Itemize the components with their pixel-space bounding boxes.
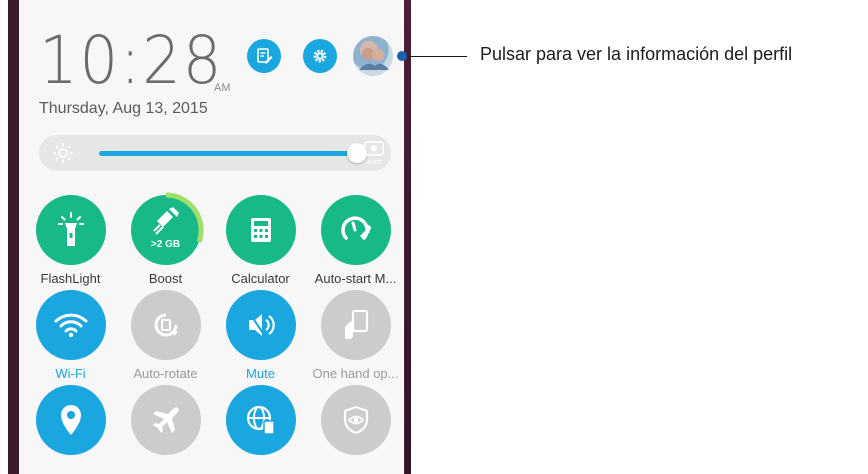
tile-wifi-button[interactable]: [35, 290, 106, 360]
auto-brightness-icon: [364, 141, 384, 156]
quick-settings-panel: 10:28 AM Thursday, Aug 13, 2015 AUTO Fla…: [19, 0, 404, 474]
gear-icon: [313, 49, 327, 63]
eye-shield-icon: [343, 405, 368, 435]
tile-location-button[interactable]: [35, 385, 106, 455]
tile-globe-button[interactable]: [225, 385, 296, 455]
one-hand-icon: [344, 309, 368, 339]
brightness-bar: AUTO: [39, 135, 391, 171]
edit-icon: [257, 48, 273, 64]
tile-flashlight-label: FlashLight: [40, 271, 101, 286]
phone-screen: 10:28 AM Thursday, Aug 13, 2015 AUTO Fla…: [8, 0, 411, 474]
brightness-slider-track[interactable]: [99, 151, 357, 156]
tile-calculator-label: Calculator: [231, 271, 290, 286]
auto-start-icon: [340, 216, 371, 240]
tile-calculator[interactable]: Calculator: [213, 195, 308, 286]
airplane-icon: [152, 407, 179, 433]
auto-brightness-button[interactable]: AUTO: [363, 141, 385, 166]
tile-auto-start-label: Auto-start M...: [314, 271, 397, 286]
callout-dot: [397, 51, 407, 61]
tile-auto-rotate-button[interactable]: [130, 290, 201, 360]
boost-ring-icon: [165, 192, 204, 243]
tile-mute[interactable]: Mute: [213, 290, 308, 381]
tile-auto-rotate[interactable]: Auto-rotate: [118, 290, 213, 381]
globe-icon: [246, 405, 275, 435]
tile-boost-label: Boost: [148, 271, 183, 286]
avatar: [359, 48, 389, 70]
auto-rotate-icon: [154, 313, 178, 337]
tile-wifi[interactable]: Wi-Fi: [23, 290, 118, 381]
tile-auto-start[interactable]: Auto-start M...: [308, 195, 403, 286]
tile-location[interactable]: [23, 385, 118, 455]
tile-boost-button[interactable]: >2 GB: [130, 192, 204, 265]
date-label: Thursday, Aug 13, 2015: [39, 100, 208, 117]
clock-ampm: AM: [214, 82, 231, 94]
tile-calculator-button[interactable]: [225, 195, 296, 265]
tile-flashlight[interactable]: FlashLight: [23, 195, 118, 286]
tile-globe[interactable]: [213, 385, 308, 455]
tile-mute-button[interactable]: [225, 290, 296, 360]
calculator-icon: [250, 218, 271, 242]
clock-time: 10:28: [39, 22, 224, 99]
tile-boost[interactable]: >2 GB Boost: [118, 192, 213, 286]
tile-auto-start-button[interactable]: [320, 195, 391, 265]
tile-airplane-button[interactable]: [130, 385, 201, 455]
brightness-icon: [53, 143, 73, 163]
tile-auto-rotate-label: Auto-rotate: [133, 366, 198, 381]
callout-leader-line: [398, 56, 467, 57]
profile-avatar[interactable]: [353, 36, 393, 76]
settings-button[interactable]: [303, 39, 337, 73]
tile-flashlight-button[interactable]: [35, 195, 106, 265]
callout-label: Pulsar para ver la información del perfi…: [480, 44, 793, 64]
edit-button[interactable]: [247, 39, 281, 73]
tile-eye-shield[interactable]: [308, 385, 403, 455]
tile-one-hand[interactable]: One hand op...: [308, 290, 403, 381]
tile-airplane[interactable]: [118, 385, 213, 455]
location-icon: [60, 405, 81, 435]
mute-icon: [248, 313, 275, 337]
tile-one-hand-label: One hand op...: [312, 366, 399, 381]
wifi-icon: [54, 313, 87, 338]
auto-brightness-label: AUTO: [366, 160, 382, 166]
tile-eye-shield-button[interactable]: [320, 385, 391, 455]
flashlight-icon: [57, 212, 84, 246]
tile-one-hand-button[interactable]: [320, 290, 391, 360]
tile-wifi-label: Wi-Fi: [55, 366, 86, 381]
tile-mute-label: Mute: [246, 366, 275, 381]
